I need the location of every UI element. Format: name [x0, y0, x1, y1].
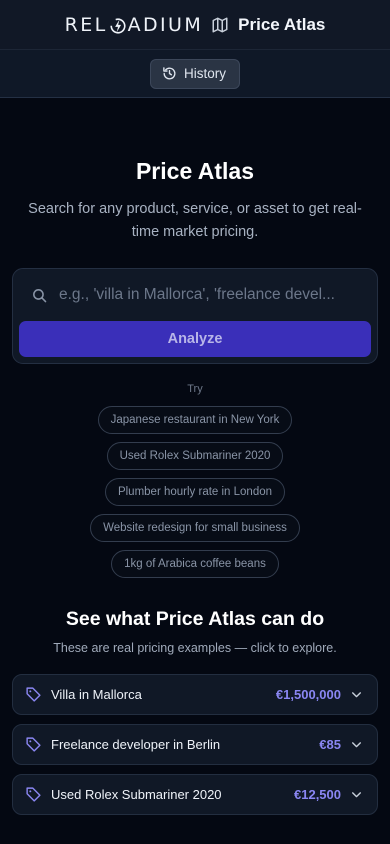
suggestion-chip[interactable]: Used Rolex Submariner 2020: [106, 442, 284, 470]
analyze-button[interactable]: Analyze: [19, 321, 371, 357]
brand-power-icon: [110, 17, 126, 34]
suggestion-chip[interactable]: 1kg of Arabica coffee beans: [111, 550, 279, 578]
examples-title: See what Price Atlas can do: [65, 608, 325, 630]
suggestion-chip[interactable]: Website redesign for small business: [90, 514, 300, 542]
search-input[interactable]: [59, 286, 359, 304]
history-button[interactable]: History: [149, 58, 240, 89]
search-icon: [33, 288, 47, 302]
example-item[interactable]: Freelance developer in Berlin €85: [12, 724, 378, 765]
suggestion-chip[interactable]: Plumber hourly rate in London: [104, 478, 286, 506]
search-card: Analyze: [12, 268, 378, 364]
tag-icon: [26, 787, 41, 802]
page-subtitle: Search for any product, service, or asse…: [28, 201, 362, 240]
example-item[interactable]: Villa in Mallorca €1,500,000: [12, 674, 378, 715]
brand-text-start: REL: [64, 13, 108, 36]
tag-icon: [26, 737, 41, 752]
search-row: [13, 269, 377, 321]
example-label: Villa in Mallorca: [51, 687, 142, 702]
example-item[interactable]: Used Rolex Submariner 2020 €12,500: [12, 774, 378, 815]
suggestions-label: Try: [187, 383, 203, 395]
example-price: €85: [319, 737, 341, 752]
history-label: History: [183, 66, 226, 81]
examples-subtitle: These are real pricing examples — click …: [53, 641, 337, 655]
example-price: €1,500,000: [275, 687, 341, 702]
suggestion-chip[interactable]: Japanese restaurant in New York: [97, 406, 293, 434]
map-icon: [212, 17, 228, 32]
example-label: Freelance developer in Berlin: [51, 737, 221, 752]
tag-icon: [26, 687, 41, 702]
examples-list: Villa in Mallorca €1,500,000 Freelance d…: [12, 674, 378, 815]
brand-text-end: ADIUM: [127, 13, 204, 36]
suggestion-chips: Japanese restaurant in New York Used Rol…: [0, 406, 390, 578]
app-title: Price Atlas: [238, 14, 326, 34]
chevron-down-icon: [352, 692, 361, 698]
toolbar: History: [0, 50, 390, 98]
chevron-down-icon: [352, 792, 361, 798]
top-bar: REL ADIUM Price Atlas: [0, 0, 390, 50]
page-title: Price Atlas: [135, 158, 255, 184]
chevron-down-icon: [352, 742, 361, 748]
brand-logo[interactable]: REL ADIUM: [65, 14, 204, 36]
example-label: Used Rolex Submariner 2020: [51, 787, 222, 802]
history-icon: [163, 67, 176, 80]
example-price: €12,500: [294, 787, 341, 802]
